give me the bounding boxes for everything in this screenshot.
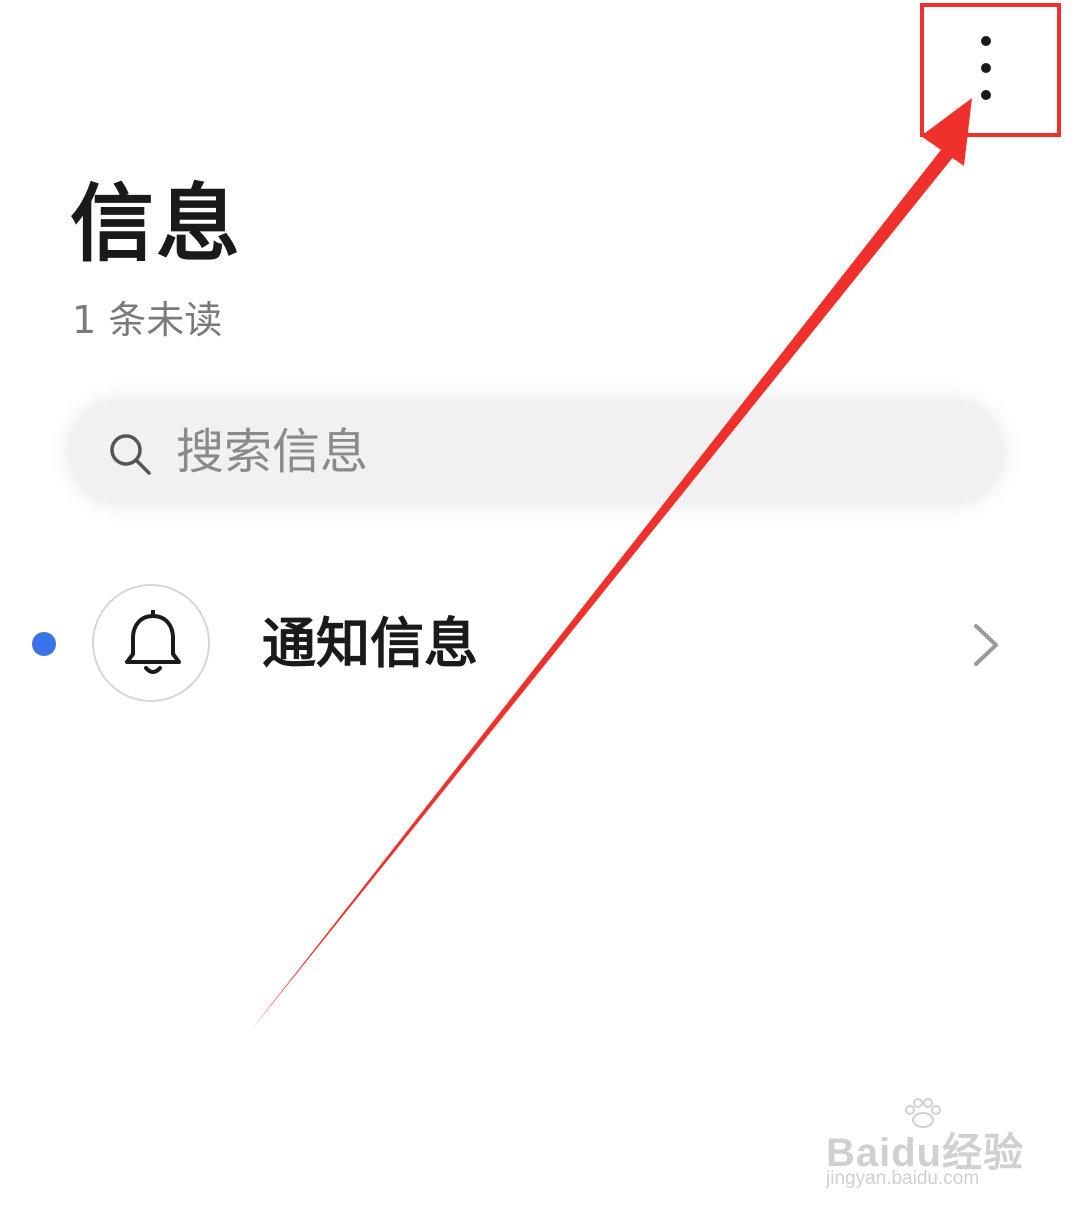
list-item-label: 通知信息	[262, 612, 478, 675]
search-icon	[110, 434, 151, 475]
avatar	[92, 584, 210, 702]
paw-icon	[905, 1098, 941, 1128]
more-vertical-icon-dot-3	[981, 90, 991, 100]
unread-indicator-dot	[32, 632, 56, 656]
watermark-url: jingyan.baidu.com	[826, 1168, 980, 1189]
chevron-right-icon	[974, 624, 998, 666]
bell-icon	[125, 610, 181, 674]
more-vertical-icon-dot-2	[981, 63, 991, 73]
search-input[interactable]	[176, 400, 956, 504]
unread-count-label: 1 条未读	[72, 298, 223, 342]
more-vertical-icon-dot-1	[981, 36, 991, 46]
messages-page: 信息 1 条未读 通知信息	[0, 0, 1075, 1216]
search-bar[interactable]	[68, 400, 1004, 504]
list-item-notifications[interactable]: 通知信息	[0, 580, 1075, 710]
more-options-button[interactable]	[956, 28, 1016, 108]
watermark-logo: Baidu经验	[826, 1131, 1025, 1175]
page-title: 信息	[70, 175, 243, 273]
baidu-watermark: Baidu经验 jingyan.baidu.com	[826, 1098, 1026, 1198]
